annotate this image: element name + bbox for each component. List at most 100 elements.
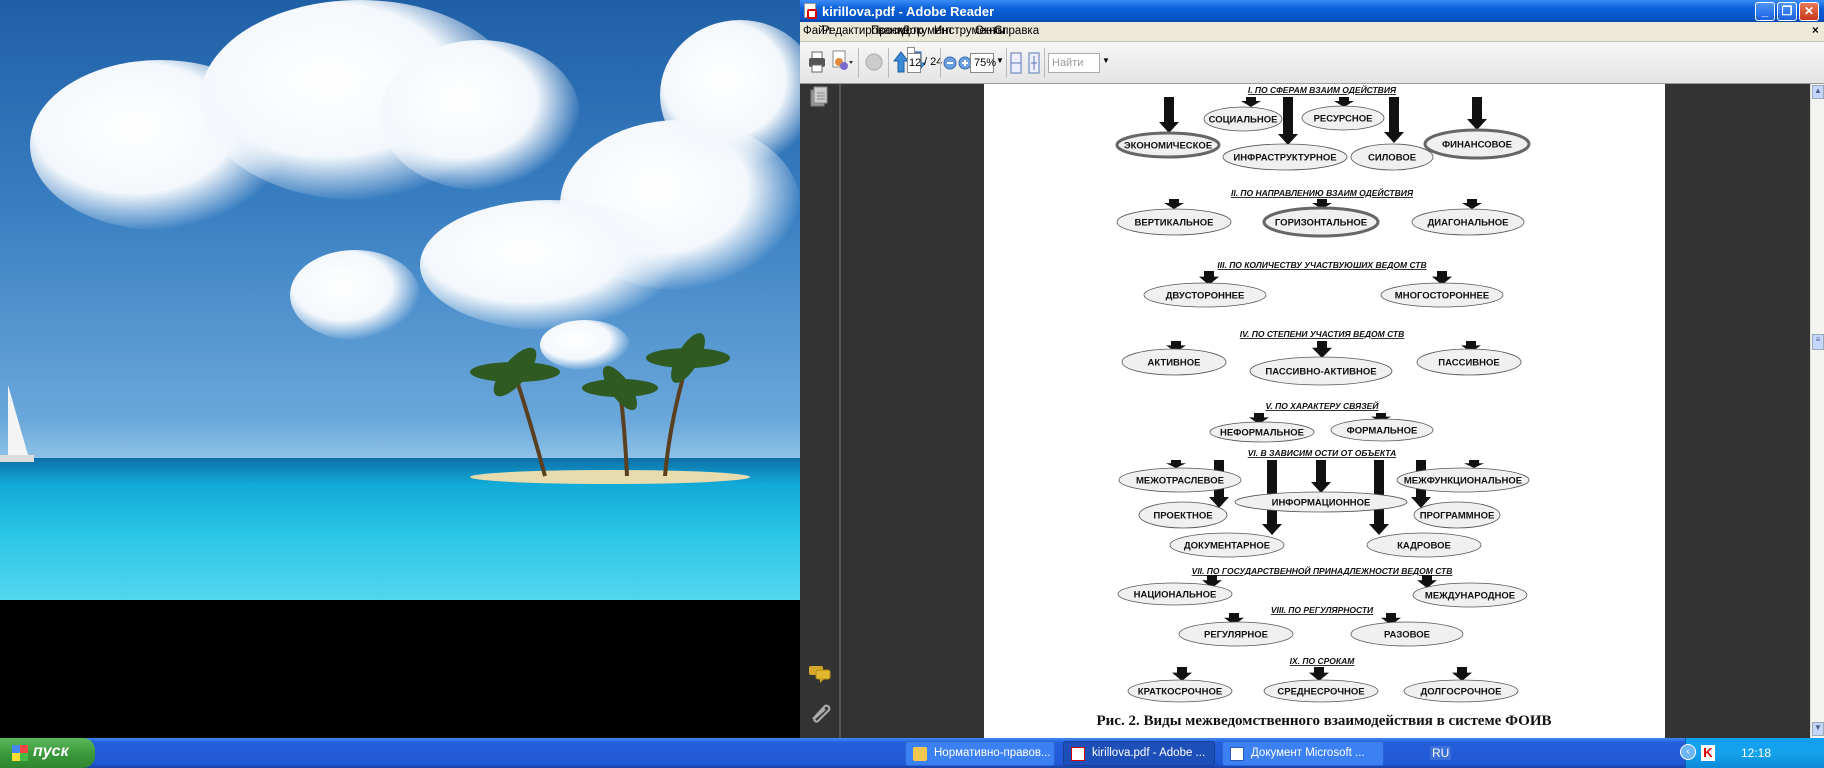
node-label: ДОЛГОСРОЧНОЕ xyxy=(1421,687,1502,698)
fit-width-icon[interactable] xyxy=(1010,52,1022,74)
zoom-dropdown-icon[interactable]: ▼ xyxy=(996,56,1004,65)
node-label: ПАССИВНО-АКТИВНОЕ xyxy=(1265,367,1376,378)
collaborate-icon xyxy=(865,53,883,71)
desktop-wallpaper xyxy=(0,0,800,600)
page-number-input[interactable]: 12 xyxy=(907,53,921,73)
node-label: НАЦИОНАЛЬНОЕ xyxy=(1134,590,1217,601)
vertical-scrollbar[interactable]: ▲ ≡ ▼ xyxy=(1810,84,1824,738)
node-label: ВЕРТИКАЛЬНОЕ xyxy=(1135,218,1214,229)
taskbar-item-folder[interactable]: Нормативно-правов... xyxy=(905,741,1055,766)
menu-bar: Файл Редактирование Просмотр Документ Ин… xyxy=(800,22,1824,42)
category-node: ДОКУМЕНТАРНОЕ xyxy=(1169,532,1285,558)
node-label: ИНФРАСТРУКТУРНОЕ xyxy=(1233,153,1336,164)
category-node: МЕЖФУНКЦИОНАЛЬНОЕ xyxy=(1396,467,1530,493)
close-document-icon[interactable]: × xyxy=(1812,25,1819,37)
toolbar: 12 / 24 75% ▼ Найти ▼ xyxy=(800,42,1824,84)
category-node: РЕСУРСНОЕ xyxy=(1301,105,1385,131)
node-label: МЕЖФУНКЦИОНАЛЬНОЕ xyxy=(1404,476,1522,487)
arrow xyxy=(1241,97,1261,107)
category-node: РАЗОВОЕ xyxy=(1350,621,1464,647)
node-label: ФИНАНСОВОЕ xyxy=(1442,140,1512,151)
node-label: ГОРИЗОНТАЛЬНОЕ xyxy=(1275,218,1367,229)
node-label: ПАССИВНОЕ xyxy=(1438,358,1499,369)
node-label: КРАТКОСРОЧНОЕ xyxy=(1138,687,1222,698)
node-label: КАДРОВОЕ xyxy=(1397,541,1451,552)
category-node: ДОЛГОСРОЧНОЕ xyxy=(1403,679,1519,703)
taskbar-item-word[interactable]: Документ Microsoft ... xyxy=(1222,741,1384,766)
show-hidden-icons-button[interactable]: ‹ xyxy=(1680,744,1696,760)
arrow xyxy=(1159,97,1179,133)
category-node: ИНФОРМАЦИОННОЕ xyxy=(1234,491,1408,513)
title-bar[interactable]: kirillova.pdf - Adobe Reader _ ❐ ✕ xyxy=(800,0,1824,22)
zoom-level-field[interactable]: 75% xyxy=(970,53,996,73)
arrow xyxy=(1334,97,1354,107)
category-node: СИЛОВОЕ xyxy=(1350,143,1434,171)
task-label: Нормативно-правов... xyxy=(934,747,1051,759)
node-label: ПРОГРАММНОЕ xyxy=(1420,511,1495,522)
zoom-out-icon[interactable] xyxy=(943,56,957,70)
taskbar: пуск Нормативно-правов... kirillova.pdf … xyxy=(0,738,1824,768)
node-label: ЭКОНОМИЧЕСКОЕ xyxy=(1124,141,1212,152)
node-label: ИНФОРМАЦИОННОЕ xyxy=(1272,498,1371,509)
close-button[interactable]: ✕ xyxy=(1799,2,1819,21)
antivirus-tray-icon[interactable]: K xyxy=(1701,745,1715,761)
menu-help[interactable]: Справка xyxy=(994,25,1039,37)
print-icon[interactable] xyxy=(808,51,826,73)
arrow xyxy=(1452,667,1472,681)
taskbar-item-adobe-reader[interactable]: kirillova.pdf - Adobe ... xyxy=(1063,741,1215,766)
find-input[interactable]: Найти xyxy=(1048,53,1100,73)
category-node: ФИНАНСОВОЕ xyxy=(1423,128,1531,160)
category-node: ФОРМАЛЬНОЕ xyxy=(1330,418,1434,442)
word-document-icon xyxy=(1230,747,1244,761)
scroll-down-button[interactable]: ▼ xyxy=(1812,722,1824,736)
node-label: РЕСУРСНОЕ xyxy=(1314,114,1373,125)
restore-button[interactable]: ❐ xyxy=(1777,2,1797,21)
arrow xyxy=(1309,667,1329,681)
scroll-thumb[interactable]: ≡ xyxy=(1812,334,1824,350)
pages-panel-icon[interactable] xyxy=(810,86,830,108)
arrow xyxy=(1467,97,1487,130)
window-title: kirillova.pdf - Adobe Reader xyxy=(822,4,995,19)
node-label: МЕЖДУНАРОДНОЕ xyxy=(1425,591,1515,602)
comments-panel-icon[interactable] xyxy=(808,664,832,686)
category-node: СРЕДНЕСРОЧНОЕ xyxy=(1263,679,1379,703)
category-node: ПРОЕКТНОЕ xyxy=(1138,501,1228,529)
windows-logo-icon xyxy=(12,745,28,761)
clock[interactable]: 12:18 xyxy=(1741,746,1771,760)
node-label: АКТИВНОЕ xyxy=(1148,358,1201,369)
node-label: МНОГОСТОРОННЕЕ xyxy=(1395,291,1489,302)
start-button[interactable]: пуск xyxy=(0,738,95,768)
section-title: IX. ПО СРОКАМ xyxy=(1290,656,1356,666)
section-title: IV. ПО СТЕПЕНИ УЧАСТИЯ ВЕДОМ СТВ xyxy=(1240,329,1404,339)
section-title: I. ПО СФЕРАМ ВЗАИМ ОДЕЙСТВИЯ xyxy=(1248,84,1397,95)
category-node: ЭКОНОМИЧЕСКОЕ xyxy=(1115,131,1221,159)
node-label: ДИАГОНАЛЬНОЕ xyxy=(1427,218,1508,229)
pdf-app-icon xyxy=(804,3,817,19)
find-dropdown-icon[interactable]: ▼ xyxy=(1102,56,1110,65)
minimize-button[interactable]: _ xyxy=(1755,2,1775,21)
task-label: kirillova.pdf - Adobe ... xyxy=(1092,747,1206,759)
attachments-panel-icon[interactable] xyxy=(809,701,831,723)
category-node: ПРОГРАММНОЕ xyxy=(1413,501,1501,529)
scroll-up-button[interactable]: ▲ xyxy=(1812,85,1824,99)
category-node: ГОРИЗОНТАЛЬНОЕ xyxy=(1262,206,1380,238)
arrow xyxy=(1164,199,1184,209)
language-indicator[interactable]: RU xyxy=(1430,746,1452,760)
navigation-pane xyxy=(800,84,841,738)
create-pdf-icon[interactable] xyxy=(830,50,854,74)
category-node: АКТИВНОЕ xyxy=(1121,348,1227,376)
task-label: Документ Microsoft ... xyxy=(1251,747,1365,759)
system-tray: ‹ K 12:18 xyxy=(1680,738,1824,768)
category-node: СОЦИАЛЬНОЕ xyxy=(1203,106,1283,132)
arrow xyxy=(1172,667,1192,681)
category-node: КРАТКОСРОЧНОЕ xyxy=(1127,679,1233,703)
node-label: НЕФОРМАЛЬНОЕ xyxy=(1220,428,1304,439)
category-node: МЕЖОТРАСЛЕВОЕ xyxy=(1118,467,1242,493)
diagram: ЭКОНОМИЧЕСКОЕ СОЦИАЛЬНОЕ РЕСУРСНОЕ ИНФРАСТР… xyxy=(1097,84,1552,729)
node-label: РАЗОВОЕ xyxy=(1384,630,1430,641)
category-node: ИНФРАСТРУКТУРНОЕ xyxy=(1222,143,1348,171)
fit-page-icon[interactable] xyxy=(1028,52,1040,74)
node-label: ПРОЕКТНОЕ xyxy=(1153,511,1212,522)
adobe-reader-window: kirillova.pdf - Adobe Reader _ ❐ ✕ Файл … xyxy=(800,0,1824,738)
node-label: МЕЖОТРАСЛЕВОЕ xyxy=(1136,476,1224,487)
